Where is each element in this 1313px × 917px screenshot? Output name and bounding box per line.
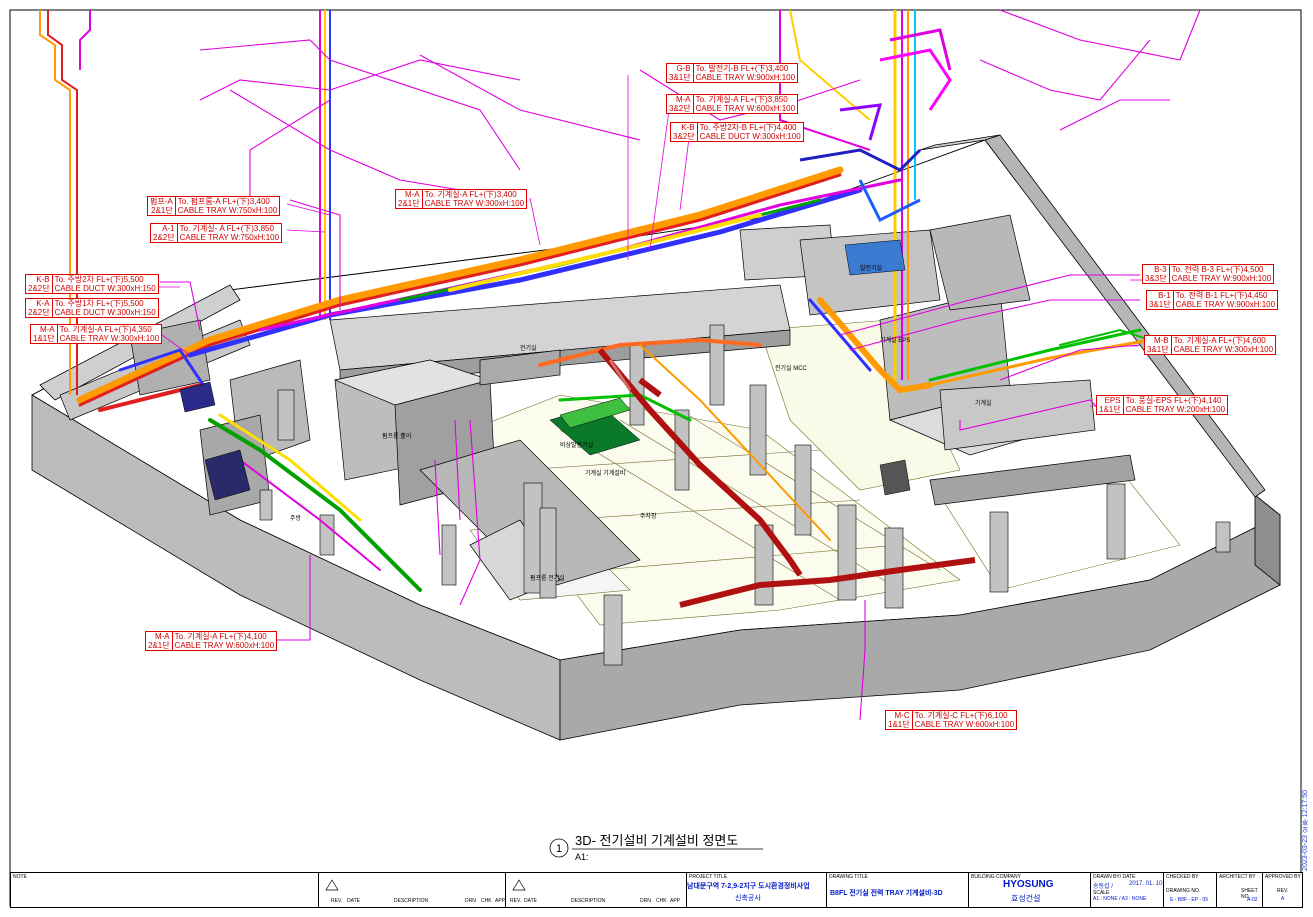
drawing-title-cell: DRAWING TITLE B8FL 전기실 전력 TRAY 기계설비-3D xyxy=(826,873,968,907)
project-title-cell: PROJECT TITLE 남대문구역 7-2,9-2지구 도시환경정비사업 신… xyxy=(686,873,826,907)
cable-callout: M-B 3&1단 To. 기계실-A FL+(下)4,600 CABLE TRAY … xyxy=(1144,335,1277,355)
print-timestamp: 2023-03-23 오후 12:17:50 xyxy=(1302,790,1309,871)
drawn-by-cell: DRAWN BY/ DATE 송동섭 / 2017. 01. 10 SCALE … xyxy=(1090,873,1163,907)
room-label: 주차장 xyxy=(640,512,657,520)
room-label: 비상발전기실 xyxy=(560,441,593,449)
cable-callout: A-1 2&2단 To. 기계실- A FL+(下)3,850 CABLE TRAY… xyxy=(150,223,283,243)
room-label: 기계실 기계설비 xyxy=(585,469,625,477)
cable-callout: B-1 3&1단 To. 전력 B-1 FL+(下)4,450 CABLE TRAY… xyxy=(1146,290,1279,310)
cable-callout: M-A 2&1단 To. 기계실-A FL+(下)4,100 CABLE TRAY … xyxy=(145,631,278,651)
room-label: 전기실 MCC xyxy=(775,364,808,372)
revision-triangle-icon xyxy=(512,879,526,891)
cable-callout: B-3 3&3단 To. 전력 B-3 FL+(下)4,500 CABLE TRAY… xyxy=(1142,264,1275,284)
project-title: 남대문구역 7-2,9-2지구 도시환경정비사업 xyxy=(687,883,810,890)
view-number: 1 xyxy=(556,843,562,855)
room-label: 주방 xyxy=(290,514,302,522)
company-subtitle: 효성건설 xyxy=(1011,894,1041,903)
project-subtitle: 신축공사 xyxy=(735,895,761,902)
room-label: 기계실 xyxy=(975,399,992,407)
view-scale: A1: xyxy=(575,852,589,862)
company-logo: HYOSUNG xyxy=(1003,879,1054,890)
cable-callout: 펌프-A 2&1단 To. 펌프룸-A FL+(下)3,400 CABLE TRAY… xyxy=(147,196,281,216)
cable-callout: M-C 1&1단 To. 기계실-C FL+(下)6,100 CABLE TRAY … xyxy=(885,710,1018,730)
note-label: NOTE xyxy=(13,874,27,880)
room-label: 전기실 xyxy=(520,344,537,352)
isometric-3d-drawing: 펌프룸 홀이 발전기실 전기실 기계실 주차장 주방 기계실 EPS 펌프룸 전… xyxy=(9,9,1302,907)
checked-by-cell: CHECKED BY DRAWING NO. E - B8F - EP - 05 xyxy=(1163,873,1216,907)
view-title: 1 3D- 전기설비 기계설비 정면도 A1: xyxy=(549,833,763,862)
cable-callout: K-B 3&2단 To. 주방2차-B FL+(下)4,400 CABLE DUCT… xyxy=(670,122,804,142)
title-block: NOTE REV. DATE DESCRIPTION DRN CHK APP R… xyxy=(10,872,1303,908)
revision-table: REV. DATE DESCRIPTION DRN CHK APP xyxy=(505,873,686,907)
room-label: 기계실 EPS xyxy=(880,336,910,344)
architect-cell: ARCHITECT BY SHEET NO. A-02 xyxy=(1216,873,1262,907)
approved-cell: APPROVED BY REV. A xyxy=(1262,873,1302,907)
cable-callout: EPS 1&1단 To. 풍실-EPS FL+(下)4,140 CABLE TRAY… xyxy=(1096,395,1229,415)
cable-callout: G-B 3&1단 To. 발전기-B FL+(下)3,400 CABLE TRAY … xyxy=(666,63,799,83)
cable-callout: K-B 2&2단 To. 주방2차 FL+(下)5,500 CABLE DUCT W… xyxy=(25,274,159,294)
cable-callout: M-A 3&2단 To. 기계실-A FL+(下)3,850 CABLE TRAY … xyxy=(666,94,799,114)
view-title-text: 3D- 전기설비 기계설비 정면도 xyxy=(575,833,738,848)
room-label: 펌프룸 전기실 xyxy=(530,574,565,582)
room-label: 펌프룸 홀이 xyxy=(382,432,411,440)
cable-callout: K-A 2&2단 To. 주방1차 FL+(下)5,500 CABLE DUCT W… xyxy=(25,298,159,318)
cable-callout: M-A 2&1단 To. 기계실-A FL+(下)3,400 CABLE TRAY … xyxy=(395,189,528,209)
drawing-title: B8FL 전기실 전력 TRAY 기계설비-3D xyxy=(830,890,943,897)
room-label: 발전기실 xyxy=(860,264,882,272)
revision-triangle-icon xyxy=(325,879,339,891)
cable-callout: M-A 1&1단 To. 기계실-A FL+(下)4,350 CABLE TRAY … xyxy=(30,324,163,344)
company-cell: BUILDING COMPANY HYOSUNG 효성건설 xyxy=(968,873,1090,907)
revision-table: REV. DATE DESCRIPTION DRN CHK APP xyxy=(318,873,505,907)
